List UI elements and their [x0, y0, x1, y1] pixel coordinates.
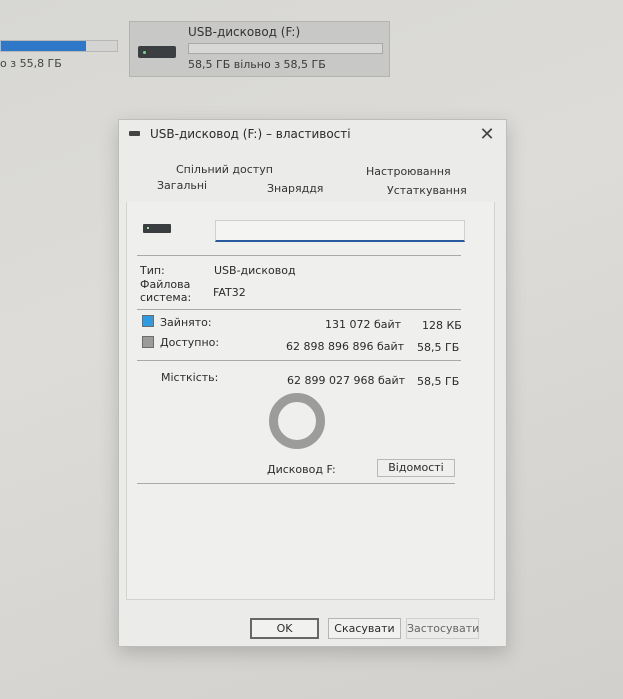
tab-hardware[interactable]: Устаткування: [387, 184, 467, 197]
usb-drive-icon-large: [143, 224, 171, 233]
background-drive-capacity-text: о з 55,8 ГБ: [0, 57, 62, 70]
details-button[interactable]: Відомості: [377, 459, 455, 477]
background-drive-usage-fill: [1, 41, 86, 51]
ok-button[interactable]: OK: [250, 618, 319, 639]
used-space-size: 128 КБ: [422, 319, 462, 332]
used-space-label: Зайнято:: [160, 316, 212, 329]
dialog-titlebar[interactable]: USB-дисковод (F:) – властивості ✕: [119, 120, 506, 150]
used-space-swatch: [142, 315, 154, 327]
free-space-label: Доступно:: [160, 336, 220, 349]
drive-letter-label: Дисковод F:: [267, 463, 336, 476]
usb-drive-tile[interactable]: USB-дисковод (F:) 58,5 ГБ вільно з 58,5 …: [129, 21, 390, 77]
separator: [137, 255, 461, 256]
capacity-label: Місткість:: [161, 371, 219, 384]
apply-button[interactable]: Застосувати: [406, 618, 479, 639]
background-drive-left[interactable]: о з 55,8 ГБ: [0, 36, 125, 76]
capacity-bytes: 62 899 027 968 байт: [287, 374, 406, 387]
separator: [137, 360, 461, 361]
free-space-size: 58,5 ГБ: [417, 341, 460, 354]
separator: [137, 483, 455, 484]
filesystem-value: FAT32: [213, 286, 246, 299]
free-space-bytes: 62 898 896 896 байт: [286, 340, 405, 353]
cancel-button[interactable]: Скасувати: [328, 618, 401, 639]
usb-drive-free-space-text: 58,5 ГБ вільно з 58,5 ГБ: [188, 58, 326, 71]
tab-tools[interactable]: Знаряддя: [267, 182, 323, 195]
properties-dialog: USB-дисковод (F:) – властивості ✕ Спільн…: [118, 119, 507, 647]
background-drive-usage-bar: [0, 40, 118, 52]
drive-title-icon: [129, 131, 140, 136]
usb-drive-icon: [138, 46, 176, 58]
filesystem-label-line2: система:: [140, 291, 192, 304]
drive-name-input[interactable]: [215, 220, 465, 242]
used-space-bytes: 131 072 байт: [325, 318, 402, 331]
capacity-size: 58,5 ГБ: [417, 375, 460, 388]
tab-general[interactable]: Загальні: [157, 179, 207, 192]
usb-drive-tile-title: USB-дисковод (F:): [188, 25, 301, 39]
filesystem-label-line1: Файлова: [140, 278, 191, 291]
disk-usage-donut-chart: [269, 393, 325, 449]
type-label: Тип:: [140, 264, 165, 277]
dialog-title: USB-дисковод (F:) – властивості: [150, 127, 351, 141]
tab-customize[interactable]: Настроювання: [366, 165, 451, 178]
close-icon[interactable]: ✕: [476, 124, 498, 146]
tab-sharing[interactable]: Спільний доступ: [176, 163, 273, 176]
separator: [137, 309, 461, 310]
free-space-swatch: [142, 336, 154, 348]
type-value: USB-дисковод: [214, 264, 296, 277]
usb-drive-usage-bar: [188, 43, 383, 54]
